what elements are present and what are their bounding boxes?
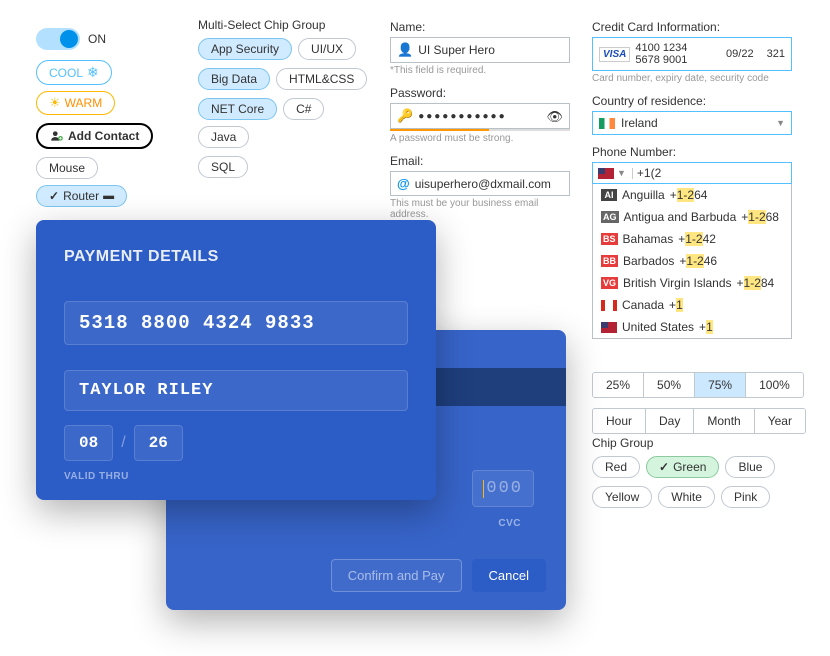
router-icon: ▬ <box>103 190 114 202</box>
chip-c[interactable]: C# <box>283 98 324 120</box>
seg-hour[interactable]: Hour <box>593 409 646 433</box>
phone-input[interactable]: ▼ +1(2 <box>592 162 792 184</box>
cc-label: Credit Card Information: <box>592 20 792 34</box>
password-hint: A password must be strong. <box>390 133 570 144</box>
sun-icon: ☀ <box>49 95 61 111</box>
phone-dropdown[interactable]: AIAnguilla +1-264AGAntigua and Barbuda +… <box>592 184 792 339</box>
country-select[interactable]: Ireland▼ <box>592 111 792 135</box>
email-hint: This must be your business email address… <box>390 198 570 220</box>
toggle-switch[interactable] <box>36 28 80 50</box>
card-front: PAYMENT DETAILS 5318 8800 4324 9833 TAYL… <box>36 220 436 500</box>
valid-thru-label: VALID THRU <box>64 471 408 482</box>
toggle-label: ON <box>88 32 106 46</box>
chip-htmlcss[interactable]: HTML&CSS <box>276 68 367 90</box>
seg-month[interactable]: Month <box>694 409 754 433</box>
at-icon: @ <box>397 176 410 191</box>
percent-segment[interactable]: 25%50%75%100% <box>592 372 804 398</box>
phone-label: Phone Number: <box>592 145 792 159</box>
password-input[interactable]: 🔑●●●●●●●●●●●👁 <box>390 103 570 129</box>
chevron-down-icon[interactable]: ▼ <box>617 168 626 178</box>
add-person-icon <box>50 129 64 143</box>
name-input[interactable]: 👤UI Super Hero <box>390 37 570 63</box>
chip-white[interactable]: White <box>658 486 715 508</box>
chip-warm[interactable]: ☀ WARM <box>36 91 115 115</box>
check-icon: ✓ <box>659 460 669 474</box>
chip-appsecurity[interactable]: App Security <box>198 38 292 60</box>
cvc-label: CVC <box>498 518 521 529</box>
seg-25%[interactable]: 25% <box>593 373 644 397</box>
seg-75%[interactable]: 75% <box>695 373 746 397</box>
password-label: Password: <box>390 86 570 100</box>
chip-yellow[interactable]: Yellow <box>592 486 652 508</box>
seg-year[interactable]: Year <box>755 409 805 433</box>
chip-group-title: Chip Group <box>592 436 792 450</box>
chip-bigdata[interactable]: Big Data <box>198 68 270 90</box>
chip-pink[interactable]: Pink <box>721 486 770 508</box>
email-input[interactable]: @uisuperhero@dxmail.com <box>390 171 570 196</box>
phone-option-BB[interactable]: BBBarbados +1-246 <box>593 250 791 272</box>
card-number-input[interactable]: 5318 8800 4324 9833 <box>64 301 408 345</box>
chevron-down-icon: ▼ <box>776 118 785 128</box>
card-name-input[interactable]: TAYLOR RILEY <box>64 370 408 411</box>
name-label: Name: <box>390 20 570 34</box>
password-strength-bar <box>390 129 570 131</box>
chip-mouse[interactable]: Mouse <box>36 157 98 179</box>
multi-select-title: Multi-Select Chip Group <box>198 18 368 32</box>
phone-option-CA[interactable]: Canada +1 <box>593 294 791 316</box>
chip-cool[interactable]: COOL ❄ <box>36 60 112 85</box>
cvc-input[interactable]: 000 <box>472 470 534 507</box>
chip-sql[interactable]: SQL <box>198 156 248 178</box>
add-contact-button[interactable]: Add Contact <box>36 123 153 149</box>
exp-month-input[interactable]: 08 <box>64 425 113 461</box>
chip-green[interactable]: ✓Green <box>646 456 719 478</box>
payment-title: PAYMENT DETAILS <box>64 248 408 266</box>
chip-red[interactable]: Red <box>592 456 640 478</box>
chip-netcore[interactable]: NET Core <box>198 98 277 120</box>
phone-option-US[interactable]: United States +1 <box>593 316 791 338</box>
check-icon: ✓ <box>49 189 59 203</box>
ireland-flag-icon <box>599 118 615 129</box>
phone-option-BS[interactable]: BSBahamas +1-242 <box>593 228 791 250</box>
phone-option-AI[interactable]: AIAnguilla +1-264 <box>593 184 791 206</box>
snowflake-icon: ❄ <box>87 64 99 81</box>
person-icon: 👤 <box>397 42 413 58</box>
exp-year-input[interactable]: 26 <box>134 425 183 461</box>
email-label: Email: <box>390 154 570 168</box>
us-flag-icon <box>598 168 614 179</box>
seg-day[interactable]: Day <box>646 409 694 433</box>
phone-option-VG[interactable]: VGBritish Virgin Islands +1-284 <box>593 272 791 294</box>
chip-uiux[interactable]: UI/UX <box>298 38 356 60</box>
seg-50%[interactable]: 50% <box>644 373 695 397</box>
seg-100%[interactable]: 100% <box>746 373 803 397</box>
eye-icon[interactable]: 👁 <box>546 109 563 125</box>
confirm-pay-button[interactable]: Confirm and Pay <box>331 559 462 592</box>
phone-option-AG[interactable]: AGAntigua and Barbuda +1-268 <box>593 206 791 228</box>
visa-badge: VISA <box>599 47 630 62</box>
chip-java[interactable]: Java <box>198 126 249 148</box>
chip-blue[interactable]: Blue <box>725 456 775 478</box>
cc-input[interactable]: VISA4100 1234 5678 9001 09/22 321 <box>592 37 792 71</box>
chip-router[interactable]: ✓ Router ▬ <box>36 185 127 207</box>
name-hint: *This field is required. <box>390 65 570 76</box>
cc-hint: Card number, expiry date, security code <box>592 73 792 84</box>
country-label: Country of residence: <box>592 94 792 108</box>
cancel-button[interactable]: Cancel <box>472 559 546 592</box>
key-icon: 🔑 <box>397 108 413 124</box>
time-segment[interactable]: HourDayMonthYear <box>592 408 806 434</box>
exp-divider: / <box>121 434 125 452</box>
